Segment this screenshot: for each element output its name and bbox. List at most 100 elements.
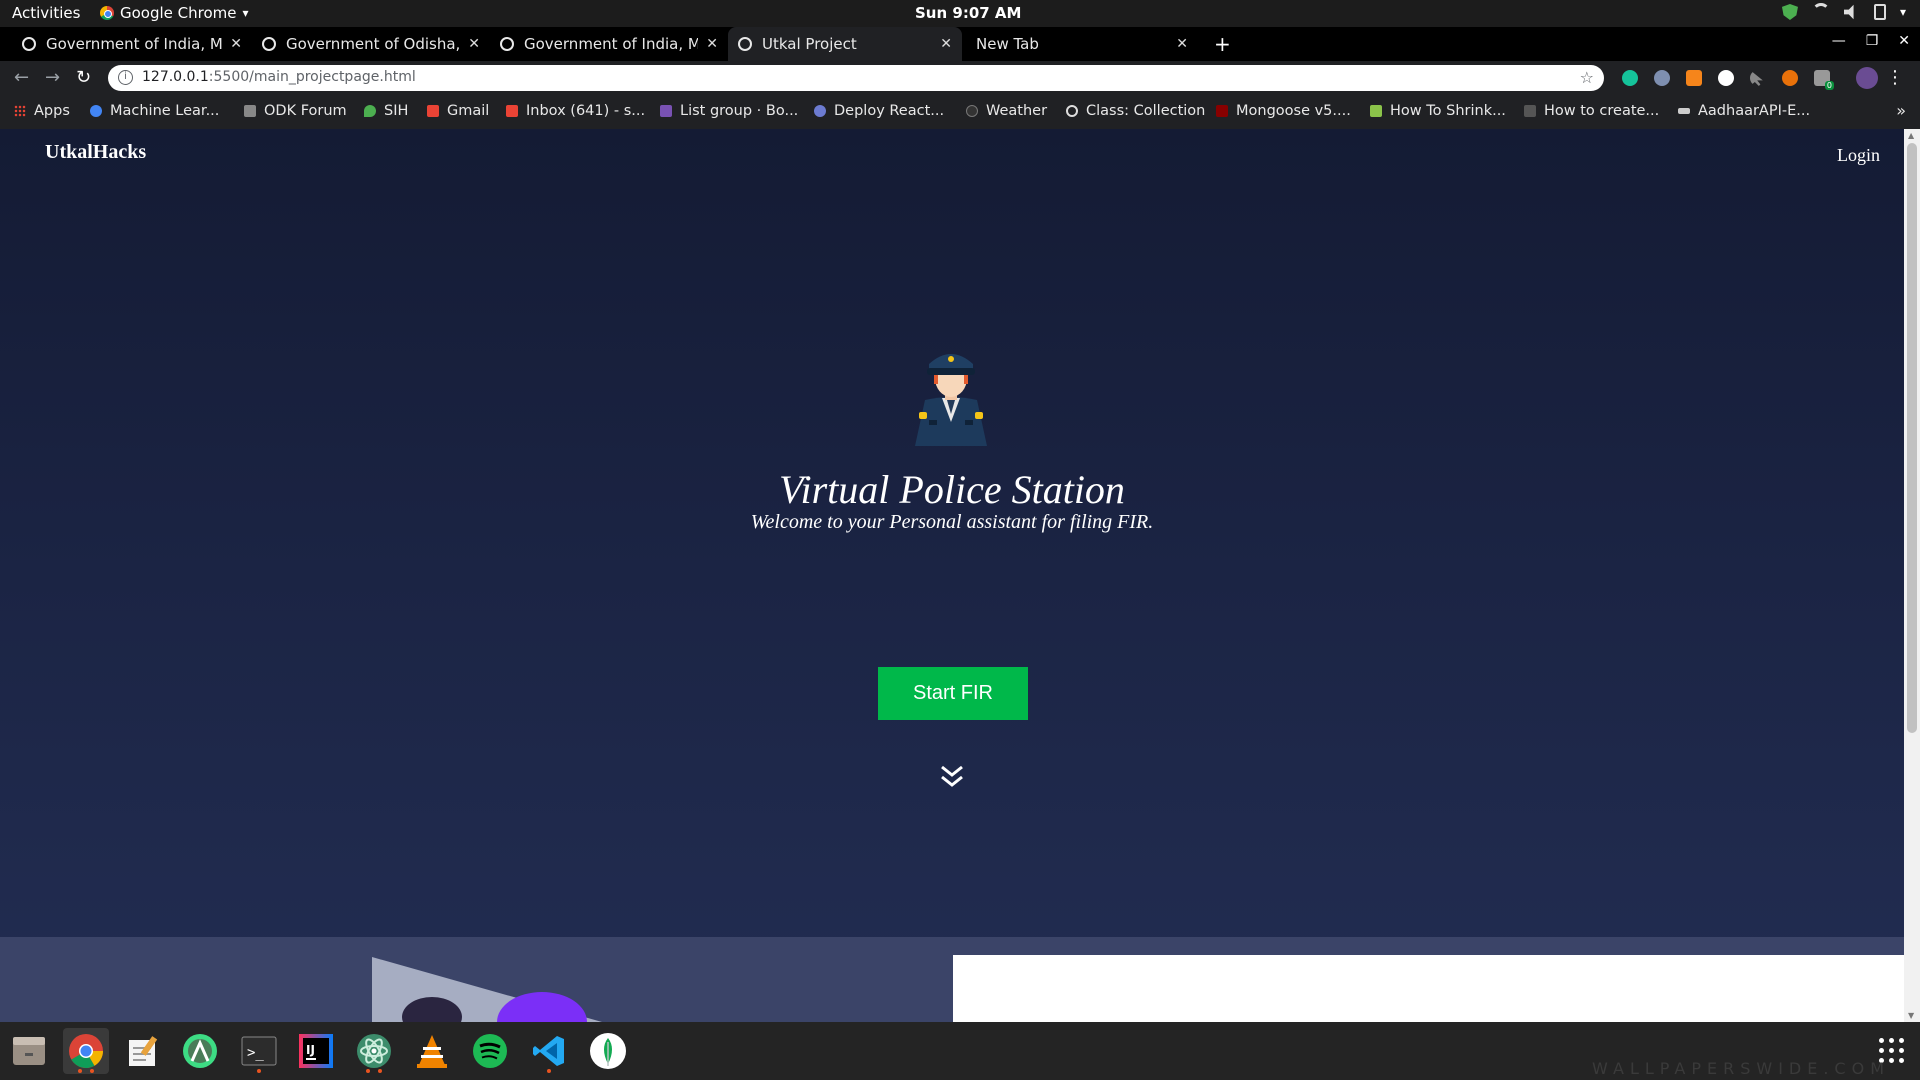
- bookmark-aadhaar-api[interactable]: AadhaarAPI-E...: [1678, 103, 1810, 119]
- grammarly-icon[interactable]: [1622, 70, 1638, 86]
- info-icon[interactable]: i: [118, 70, 133, 85]
- text-editor-icon: [129, 1036, 158, 1066]
- spotify-icon: [473, 1034, 507, 1068]
- tab-gov-india-1[interactable]: Government of India, Ministry ✕: [12, 27, 252, 61]
- volume-icon[interactable]: [1843, 4, 1854, 20]
- forward-button[interactable]: →: [45, 67, 60, 88]
- system-tray[interactable]: ▾: [1781, 3, 1906, 21]
- back-button[interactable]: ←: [14, 67, 29, 88]
- dock-mongodb[interactable]: [585, 1028, 631, 1074]
- globe-icon: [262, 37, 276, 51]
- dock-vlc[interactable]: [409, 1028, 455, 1074]
- metamask-icon[interactable]: [1686, 70, 1702, 86]
- tab-title: New Tab: [976, 35, 1039, 53]
- close-icon[interactable]: ✕: [468, 36, 480, 52]
- running-indicator: [90, 1069, 94, 1073]
- close-window-button[interactable]: ✕: [1898, 33, 1910, 49]
- app-menu[interactable]: Google Chrome ▾: [100, 4, 249, 22]
- restore-button[interactable]: ❐: [1866, 33, 1879, 49]
- bookmark-how-to-create[interactable]: How to create...: [1524, 103, 1659, 119]
- tab-gov-india-2[interactable]: Government of India, Ministry ✕: [490, 27, 728, 61]
- bookmark-inbox[interactable]: Inbox (641) - s...: [506, 103, 645, 119]
- dock-intellij[interactable]: IJ: [293, 1028, 339, 1074]
- avatar[interactable]: [1856, 67, 1878, 89]
- bookmark-mongoose[interactable]: Mongoose v5....: [1216, 103, 1351, 119]
- globe-icon: [500, 37, 514, 51]
- dock-android-studio[interactable]: [177, 1028, 223, 1074]
- bookmark-icon: [1678, 108, 1690, 114]
- page-viewport: UtkalHacks Login Virtual Police Station …: [0, 129, 1904, 1022]
- brand-logo[interactable]: UtkalHacks: [45, 141, 146, 164]
- bookmarks-overflow-button[interactable]: »: [1896, 101, 1906, 120]
- chrome-menu-button[interactable]: ⋮: [1886, 67, 1904, 88]
- bookmark-weather[interactable]: Weather: [966, 103, 1047, 119]
- url-text[interactable]: 127.0.0.1:5500/main_projectpage.html: [142, 69, 416, 85]
- bookmark-gmail[interactable]: Gmail: [427, 103, 489, 119]
- dock: >_ IJ WALLPAPERSWIDE.COM: [0, 1022, 1920, 1080]
- chrome-icon: [100, 6, 114, 20]
- dock-files[interactable]: [6, 1028, 52, 1074]
- chevron-double-down-icon[interactable]: [937, 761, 967, 791]
- reload-button[interactable]: ↻: [76, 67, 91, 88]
- dock-spotify[interactable]: [467, 1028, 513, 1074]
- page-scrollbar[interactable]: ▲ ▼: [1904, 129, 1920, 1022]
- extension-icon[interactable]: [1654, 70, 1670, 86]
- files-icon: [13, 1037, 45, 1065]
- running-indicator: [78, 1069, 82, 1073]
- shield-icon[interactable]: [1781, 4, 1798, 20]
- scroll-up-arrow-icon[interactable]: ▲: [1908, 131, 1914, 140]
- clock[interactable]: Sun 9:07 AM: [915, 4, 1021, 22]
- dock-atom[interactable]: [351, 1028, 397, 1074]
- page-title: Virtual Police Station: [779, 467, 1125, 512]
- bookmarks-bar: Apps Machine Lear... ODK Forum SIH Gmail…: [0, 95, 1920, 129]
- battery-icon[interactable]: [1873, 4, 1886, 20]
- new-tab-button[interactable]: +: [1214, 32, 1231, 56]
- tab-utkal-project[interactable]: Utkal Project ✕: [728, 27, 962, 61]
- close-icon[interactable]: ✕: [940, 36, 952, 52]
- bookmark-odk-forum[interactable]: ODK Forum: [244, 103, 347, 119]
- bookmark-star-icon[interactable]: ☆: [1580, 68, 1594, 87]
- tab-new-tab[interactable]: New Tab ✕: [966, 27, 1198, 61]
- browser-toolbar: ← → ↻ i 127.0.0.1:5500/main_projectpage.…: [0, 61, 1920, 95]
- login-link[interactable]: Login: [1837, 145, 1880, 166]
- tab-title: Government of India, Ministry: [524, 35, 699, 53]
- extension-badge: 0: [1824, 81, 1834, 90]
- bookmark-apps[interactable]: Apps: [14, 103, 70, 119]
- extension-icon[interactable]: [1718, 70, 1734, 86]
- bookmark-how-to-shrink[interactable]: How To Shrink...: [1370, 103, 1506, 119]
- dock-vscode[interactable]: [526, 1028, 572, 1074]
- bookmark-machine-learning[interactable]: Machine Lear...: [90, 103, 219, 119]
- extension-icon[interactable]: 0: [1814, 70, 1834, 90]
- close-icon[interactable]: ✕: [230, 36, 242, 52]
- wifi-icon[interactable]: [1811, 3, 1830, 21]
- minimize-button[interactable]: —: [1832, 33, 1846, 49]
- bookmark-label: Gmail: [447, 103, 490, 119]
- scrollbar-thumb[interactable]: [1907, 143, 1917, 733]
- scroll-down-arrow-icon[interactable]: ▼: [1908, 1011, 1914, 1020]
- address-bar[interactable]: i 127.0.0.1:5500/main_projectpage.html ☆: [108, 65, 1604, 91]
- start-fir-button[interactable]: Start FIR: [878, 667, 1028, 720]
- activities-button[interactable]: Activities: [12, 4, 80, 22]
- bookmark-label: AadhaarAPI-E...: [1698, 103, 1811, 119]
- cursor-icon[interactable]: [1750, 70, 1763, 86]
- running-indicator: [378, 1069, 382, 1073]
- close-icon[interactable]: ✕: [706, 36, 718, 52]
- dock-terminal[interactable]: >_: [236, 1028, 282, 1074]
- bookmark-label: SIH: [384, 103, 409, 119]
- extension-icon[interactable]: [1782, 70, 1798, 86]
- chevron-down-icon: ▾: [242, 6, 249, 20]
- bookmark-label: Apps: [34, 103, 70, 119]
- bookmark-sih[interactable]: SIH: [364, 103, 408, 119]
- close-icon[interactable]: ✕: [1176, 36, 1188, 52]
- intellij-glyph: IJ: [306, 1043, 315, 1057]
- bookmark-class-collection[interactable]: Class: Collection: [1066, 103, 1205, 119]
- system-top-bar: Activities Google Chrome ▾ Sun 9:07 AM ▾: [0, 0, 1920, 27]
- tab-gov-odisha[interactable]: Government of Odisha, H ✕: [252, 27, 490, 61]
- bookmark-deploy-react[interactable]: Deploy React...: [814, 103, 944, 119]
- tab-title: Utkal Project: [762, 35, 857, 53]
- chevron-down-icon[interactable]: ▾: [1900, 5, 1906, 19]
- dock-chrome[interactable]: [63, 1028, 109, 1074]
- bookmark-list-group[interactable]: List group · Bo...: [660, 103, 798, 119]
- bookmark-label: How to create...: [1544, 103, 1660, 119]
- dock-text-editor[interactable]: [120, 1028, 166, 1074]
